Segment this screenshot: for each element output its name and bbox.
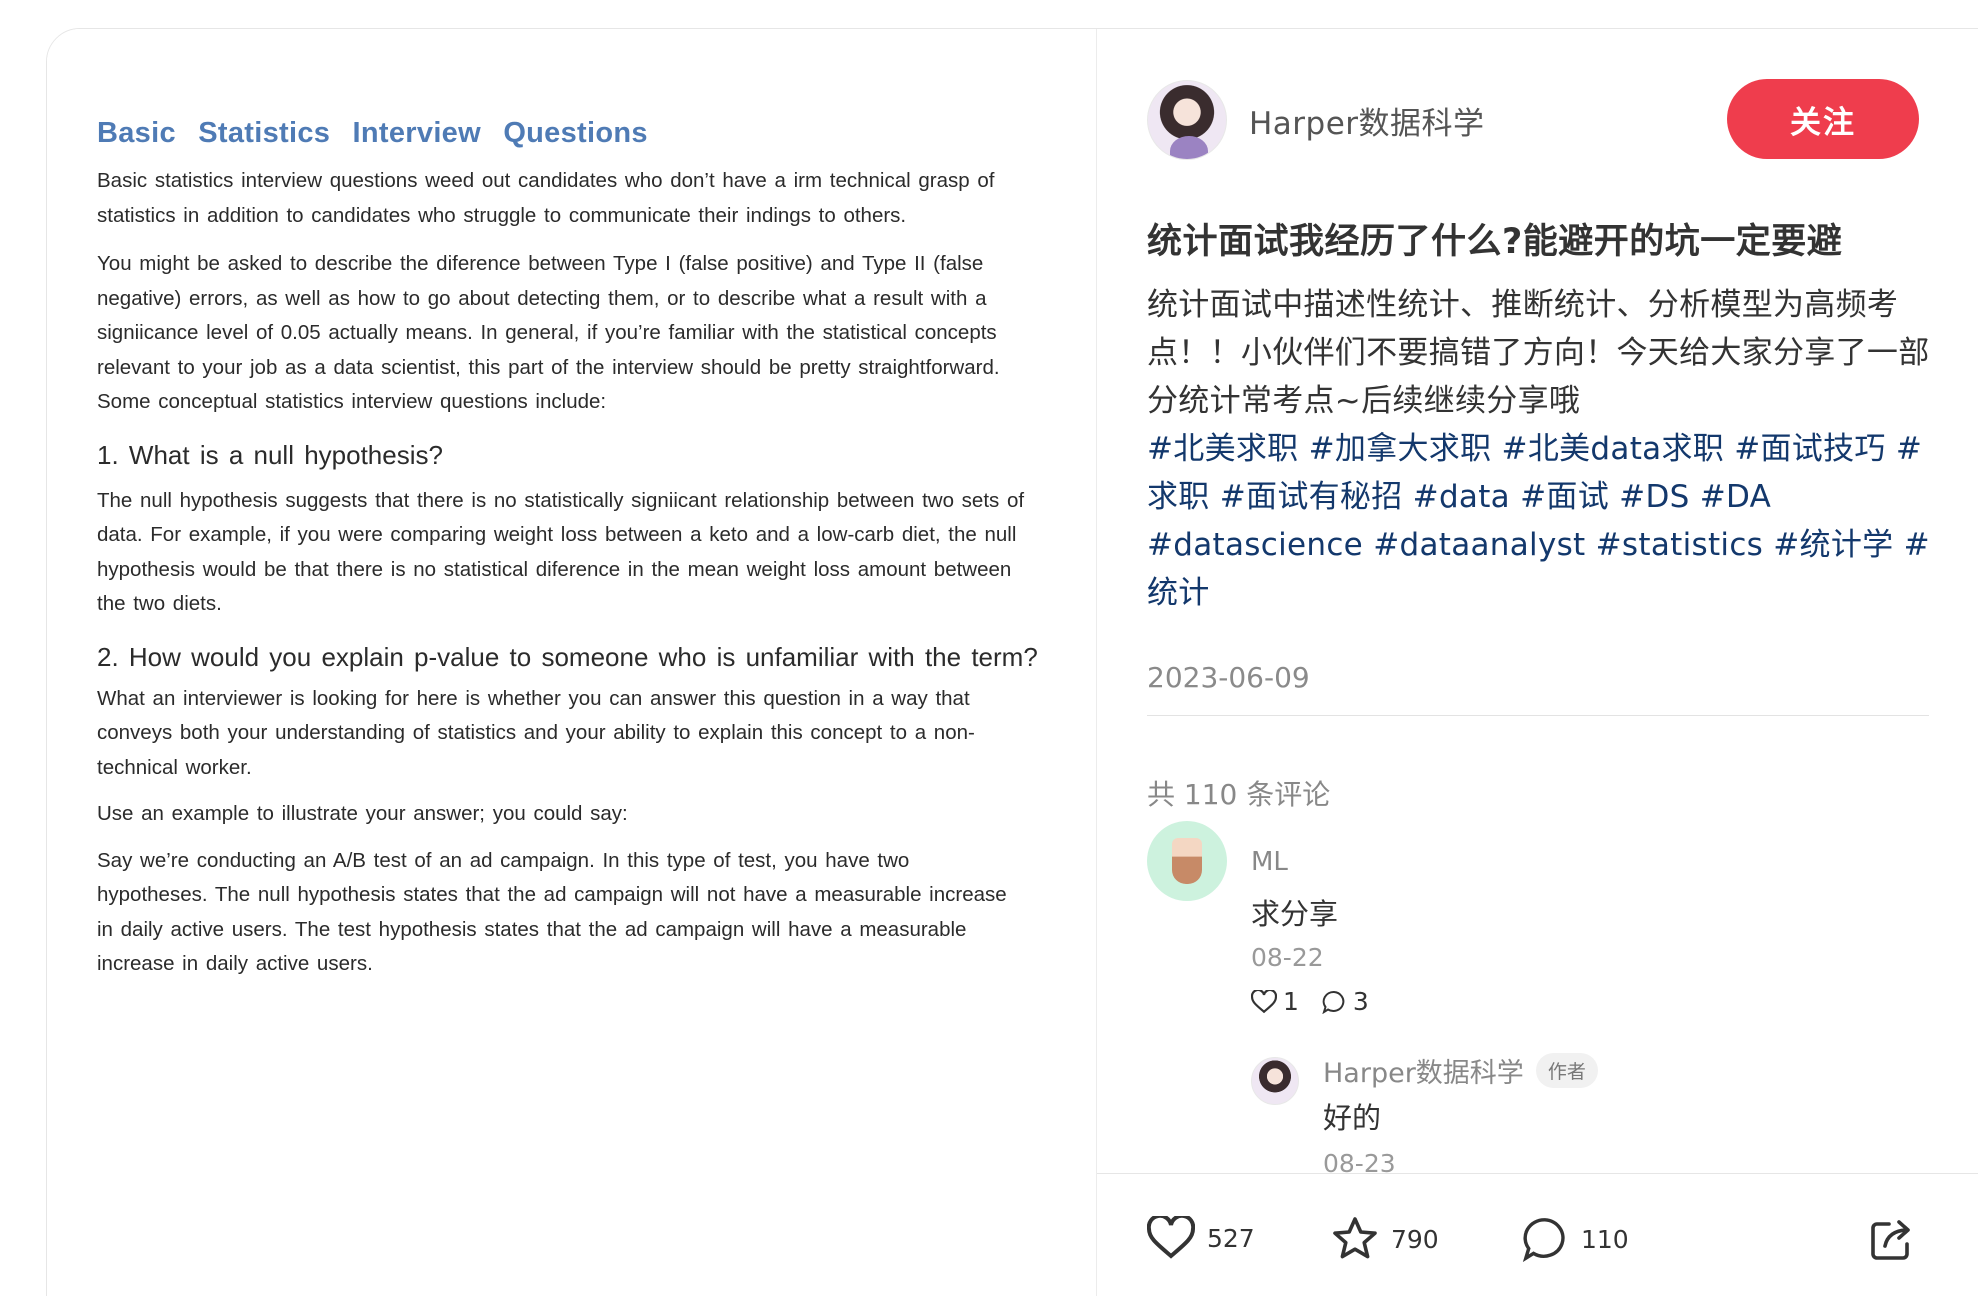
author-info[interactable]: Harper数据科学 [1147, 79, 1485, 161]
heart-icon [1251, 989, 1277, 1013]
question-2-heading: 2. How would you explain p-value to some… [97, 641, 1038, 672]
reply-user[interactable]: Harper数据科学 作者 [1323, 1051, 1598, 1090]
like-count: 527 [1207, 1223, 1255, 1253]
commenter-name[interactable]: ML [1251, 847, 1288, 877]
author-badge: 作者 [1535, 1053, 1598, 1088]
comment-like-button[interactable]: 1 [1251, 987, 1299, 1016]
note-title: 统计面试我经历了什么?能避开的坑一定要避 [1147, 222, 1843, 262]
comment-count-total: 110 [1581, 1224, 1629, 1254]
document-paragraph: Basic statistics interview questions wee… [97, 169, 995, 227]
document-content: Basic Statistics Interview Questions Bas… [97, 89, 1097, 982]
divider [1147, 715, 1929, 716]
comment-reply-button[interactable]: 3 [1321, 987, 1369, 1016]
reply-avatar[interactable] [1251, 1057, 1299, 1105]
comment-actions: 1 3 [1251, 987, 1369, 1016]
speech-bubble-icon [1322, 990, 1345, 1014]
note-body: 统计面试中描述性统计、推断统计、分析模型为高频考点！！小伙伴们不要搞错了方向！今… [1147, 281, 1937, 617]
note-text: 统计面试中描述性统计、推断统计、分析模型为高频考点！！小伙伴们不要搞错了方向！今… [1147, 287, 1930, 419]
note-card: Basic Statistics Interview Questions Bas… [46, 28, 1978, 1296]
comment-date: 08-22 [1251, 943, 1324, 972]
author-name[interactable]: Harper数据科学 [1249, 98, 1485, 143]
star-icon [1333, 1217, 1377, 1259]
share-icon [1871, 1220, 1910, 1260]
commenter-avatar[interactable] [1147, 821, 1227, 901]
comment-count: 共 110 条评论 [1147, 778, 1331, 811]
question-2-example: Say we’re conducting an A/B test of an a… [97, 848, 1007, 976]
heart-icon [1147, 1216, 1195, 1259]
question-1-heading: 1. What is a null hypothesis? [97, 439, 443, 470]
question-1-answer: The null hypothesis suggests that there … [97, 488, 1025, 616]
milkshake-icon [1172, 838, 1202, 884]
share-button[interactable] [1867, 1216, 1915, 1268]
note-tags[interactable]: #北美求职 #加拿大求职 #北美data求职 #面试技巧 #求职 #面试有秘招 … [1147, 431, 1930, 611]
note-date: 2023-06-09 [1147, 661, 1310, 694]
note-image[interactable]: Basic Statistics Interview Questions Bas… [47, 29, 1097, 1296]
speech-bubble-icon [1522, 1218, 1565, 1262]
author-avatar[interactable] [1147, 80, 1227, 160]
document-title: Basic Statistics Interview Questions [97, 117, 648, 149]
follow-button[interactable]: 关注 [1727, 79, 1919, 159]
like-button[interactable]: 527 [1147, 1216, 1255, 1260]
collect-count: 790 [1391, 1224, 1439, 1254]
reply-text: 好的 [1323, 1101, 1382, 1135]
question-2-answer: What an interviewer is looking for here … [97, 686, 975, 779]
reply-user-name[interactable]: Harper数据科学 [1323, 1051, 1524, 1090]
question-2-example-intro: Use an example to illustrate your answer… [97, 802, 628, 825]
document-paragraph: You might be asked to describe the difer… [97, 252, 1000, 413]
engagement-bar: 527 790 110 [1097, 1173, 1978, 1296]
comment-text: 求分享 [1251, 897, 1339, 931]
comment-reply-count: 3 [1352, 987, 1369, 1016]
collect-button[interactable]: 790 [1331, 1216, 1439, 1262]
note-detail-panel: Harper数据科学 关注 统计面试我经历了什么?能避开的坑一定要避 统计面试中… [1097, 29, 1978, 1296]
comment-button[interactable]: 110 [1521, 1216, 1629, 1262]
comment-like-count: 1 [1283, 987, 1299, 1016]
